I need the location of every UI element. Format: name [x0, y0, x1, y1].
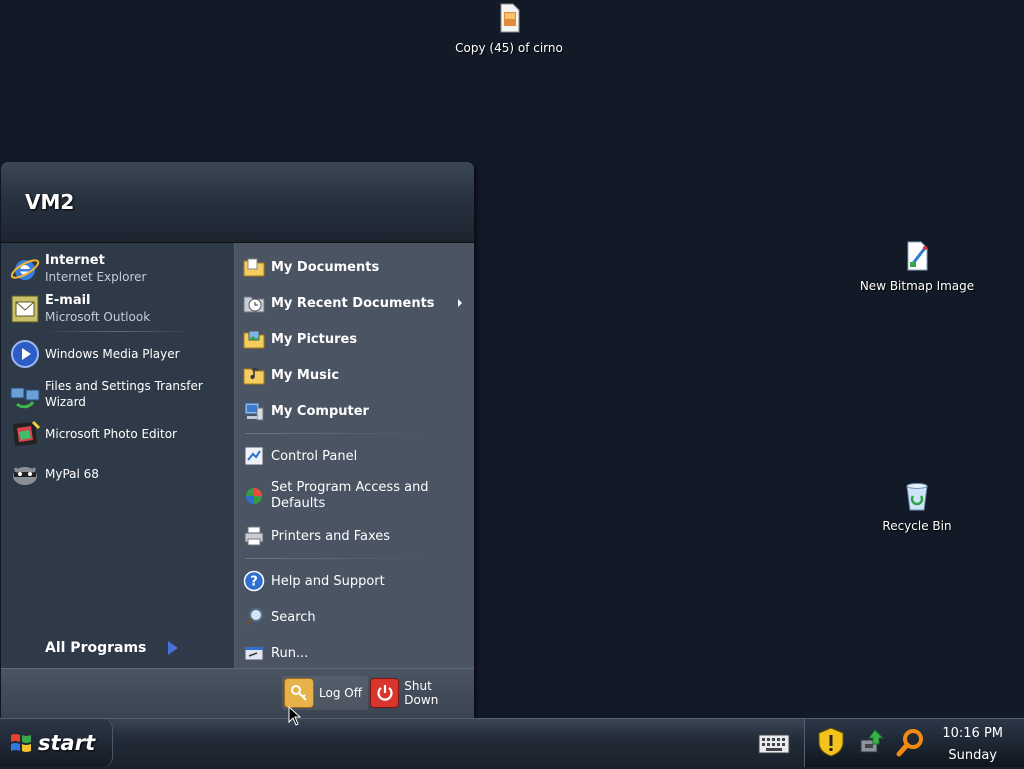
computer-icon	[244, 402, 264, 421]
bitmap-image-icon	[907, 241, 928, 271]
recycle-bin-icon	[906, 483, 928, 511]
system-tray: 10:16 PM Sunday	[804, 719, 1024, 767]
pinned-item-subtitle: Internet Explorer	[45, 270, 147, 284]
my-recent-documents-label: My Recent Documents	[271, 295, 435, 311]
search-icon	[244, 608, 263, 627]
my-music-label: My Music	[271, 367, 340, 383]
all-programs-label: All Programs	[45, 640, 147, 656]
run-item[interactable]: Run...	[235, 635, 474, 671]
run-label: Run...	[271, 645, 309, 661]
my-computer-item[interactable]: My Computer	[235, 393, 474, 429]
pinned-item-subtitle: Microsoft Outlook	[45, 310, 151, 324]
recent-item-label-line2: Wizard	[45, 395, 86, 409]
start-menu-footer: Log Off Shut Down	[1, 668, 474, 718]
recent-item-windows-media-player[interactable]: Windows Media Player	[1, 334, 234, 374]
printers-faxes-item[interactable]: Printers and Faxes	[235, 518, 474, 554]
separator	[245, 433, 424, 434]
arrow-right-icon	[168, 641, 179, 655]
search-item[interactable]: Search	[235, 599, 474, 635]
control-panel-item[interactable]: Control Panel	[235, 438, 474, 474]
my-computer-label: My Computer	[271, 403, 369, 419]
start-menu-programs-pane: Internet Internet Explorer E-mail Micros…	[1, 243, 235, 668]
all-programs-button[interactable]: All Programs	[45, 640, 179, 656]
desktop-icon-copy-45-of-cirno[interactable]: Copy (45) of cirno	[444, 2, 574, 55]
recent-item-mypal-68[interactable]: MyPal 68	[1, 454, 234, 494]
separator	[41, 331, 194, 332]
set-program-access-label-line2: Defaults	[271, 496, 326, 511]
program-access-icon	[246, 488, 262, 504]
internet-explorer-icon	[10, 259, 40, 280]
recent-documents-icon	[243, 296, 265, 313]
pinned-item-title: E-mail	[45, 293, 91, 308]
log-off-label: Log Off	[319, 686, 362, 700]
clock-time: 10:16 PM	[942, 726, 1003, 741]
recent-item-label: MyPal 68	[45, 467, 99, 481]
set-program-access-label-line1: Set Program Access and	[271, 480, 429, 495]
my-pictures-item[interactable]: My Pictures	[235, 321, 474, 357]
start-menu-header: VM2	[1, 162, 474, 243]
start-button[interactable]: start	[0, 719, 113, 767]
safely-remove-hardware-icon[interactable]	[855, 726, 887, 758]
pinned-item-email[interactable]: E-mail Microsoft Outlook	[1, 289, 234, 329]
my-documents-item[interactable]: My Documents	[235, 249, 474, 285]
recent-item-files-settings-transfer-wizard[interactable]: Files and Settings Transfer Wizard	[1, 374, 234, 414]
folder-pictures-icon	[243, 330, 265, 349]
control-panel-icon	[244, 446, 264, 466]
transfer-wizard-icon	[10, 387, 40, 409]
folder-music-icon	[243, 367, 265, 385]
pinned-item-internet[interactable]: Internet Internet Explorer	[1, 249, 234, 289]
start-label: start	[38, 731, 96, 755]
mouse-cursor-icon	[288, 706, 302, 726]
my-recent-documents-item[interactable]: My Recent Documents	[235, 285, 474, 321]
folder-documents-icon	[243, 258, 265, 277]
desktop-icon-label: Copy (45) of cirno	[455, 41, 563, 55]
run-icon	[244, 646, 264, 661]
my-documents-label: My Documents	[271, 259, 380, 275]
clock-day: Sunday	[948, 748, 997, 763]
shut-down-label: Shut Down	[404, 679, 439, 707]
desktop-icon-recycle-bin[interactable]: Recycle Bin	[852, 480, 982, 533]
keyboard-language-icon[interactable]	[758, 731, 790, 755]
power-icon	[370, 678, 400, 708]
user-name: VM2	[25, 190, 75, 214]
taskbar: start 10:16 PM Sunday	[0, 718, 1024, 769]
help-icon: ?	[243, 570, 265, 592]
printers-faxes-label: Printers and Faxes	[271, 528, 391, 544]
media-player-icon	[11, 340, 39, 368]
recent-item-microsoft-photo-editor[interactable]: Microsoft Photo Editor	[1, 414, 234, 454]
windows-flag-icon	[11, 734, 31, 752]
security-shield-icon[interactable]	[815, 726, 847, 758]
recent-item-label-line1: Files and Settings Transfer	[45, 379, 203, 393]
set-program-access-item[interactable]: Set Program Access and Defaults	[235, 474, 474, 518]
control-panel-label: Control Panel	[271, 448, 358, 464]
submenu-arrow-icon	[458, 299, 462, 307]
image-file-icon	[500, 3, 520, 33]
outlook-icon	[11, 295, 39, 323]
separator	[245, 558, 424, 559]
pinned-item-title: Internet	[45, 253, 105, 268]
search-magnifier-icon[interactable]	[895, 726, 927, 758]
my-pictures-label: My Pictures	[271, 331, 358, 347]
printer-icon	[244, 526, 264, 546]
shut-down-button[interactable]: Shut Down	[368, 676, 474, 710]
recent-item-label: Microsoft Photo Editor	[45, 427, 177, 441]
start-menu: VM2 Internet Internet Explorer E-mail Mi…	[1, 162, 474, 718]
desktop-icon-label: Recycle Bin	[882, 519, 952, 533]
help-support-item[interactable]: ? Help and Support	[235, 563, 474, 599]
start-menu-places-pane: My Documents My Recent Documents My Pict…	[235, 243, 474, 668]
my-music-item[interactable]: My Music	[235, 357, 474, 393]
help-support-label: Help and Support	[271, 573, 385, 589]
search-label: Search	[271, 609, 316, 625]
photo-editor-icon	[13, 420, 41, 446]
desktop-icon-label: New Bitmap Image	[859, 279, 975, 293]
key-icon	[284, 678, 314, 708]
svg-text:?: ?	[250, 575, 258, 590]
clock[interactable]: 10:16 PM Sunday	[942, 723, 1003, 767]
desktop-icon-new-bitmap-image[interactable]: New Bitmap Image	[852, 240, 982, 293]
recent-item-label: Windows Media Player	[45, 347, 180, 361]
mypal-raccoon-icon	[13, 467, 37, 485]
log-off-button[interactable]: Log Off	[282, 676, 368, 710]
